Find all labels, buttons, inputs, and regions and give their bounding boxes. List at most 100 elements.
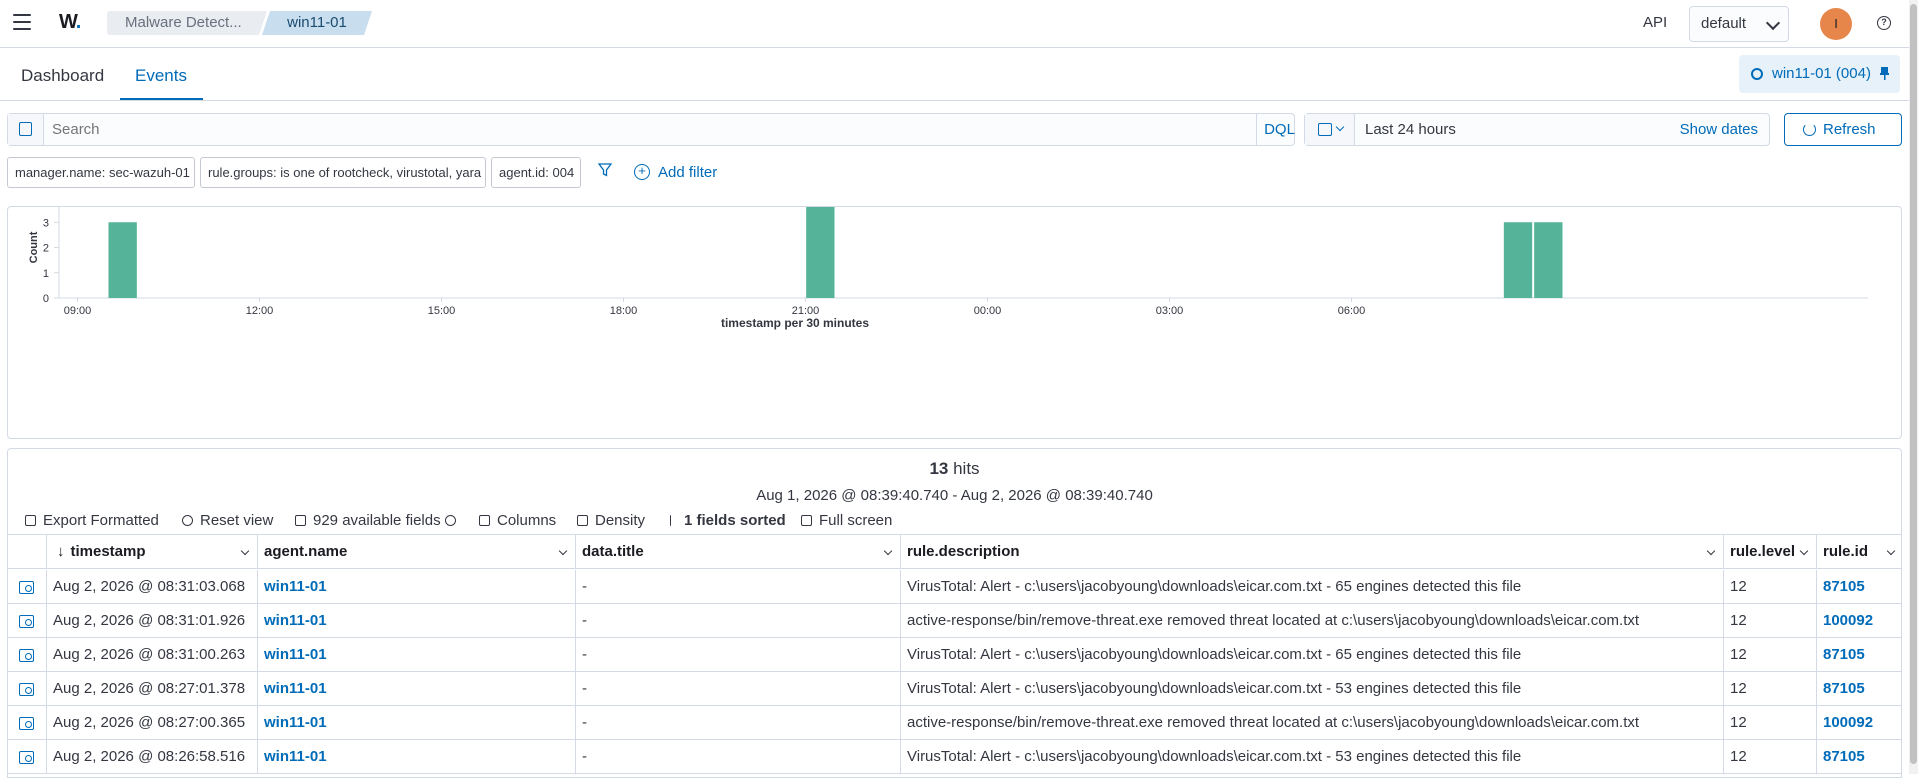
sort-fields-button[interactable]: 1 fields sorted xyxy=(664,512,786,529)
cell-data-title: - xyxy=(576,638,901,672)
column-header-rule-level[interactable]: rule.level xyxy=(1724,535,1817,569)
refresh-button[interactable]: Refresh xyxy=(1784,113,1902,146)
breadcrumb-module[interactable]: Malware Detect... xyxy=(107,11,267,35)
save-icon xyxy=(19,122,32,136)
chevron-down-icon xyxy=(1765,15,1781,31)
cell-timestamp: Aug 2, 2026 @ 08:31:01.926 xyxy=(47,604,258,638)
agent-signal-icon xyxy=(1751,68,1763,80)
search-input[interactable] xyxy=(52,121,952,138)
pinned-agent-label: win11-01 (004) xyxy=(1772,65,1871,82)
column-header-timestamp[interactable]: ↓ timestamp xyxy=(47,535,258,569)
pinned-agent-badge[interactable]: win11-01 (004) xyxy=(1739,55,1900,93)
histogram-chart[interactable]: 01234Count09:0012:0015:0018:0021:0000:00… xyxy=(8,207,1901,438)
full-screen-button[interactable]: Full screen xyxy=(799,512,892,529)
histogram-bar[interactable] xyxy=(806,207,835,298)
inspect-document-icon[interactable] xyxy=(19,717,34,730)
events-table: ↓ timestamp agent.name data.title rule.de… xyxy=(8,534,1901,774)
app-logo[interactable]: W. xyxy=(59,11,81,34)
results-panel: 13 hits Aug 1, 2026 @ 08:39:40.740 - Aug… xyxy=(7,448,1902,778)
reset-view-button[interactable]: Reset view xyxy=(180,512,273,529)
cell-timestamp: Aug 2, 2026 @ 08:31:03.068 xyxy=(47,570,258,604)
cell-rule-id[interactable]: 100092 xyxy=(1817,706,1901,740)
column-header-label: data.title xyxy=(582,543,644,560)
inspect-document-icon[interactable] xyxy=(19,751,34,764)
tab-events[interactable]: Events xyxy=(135,66,187,86)
cell-rule-id[interactable]: 87105 xyxy=(1817,638,1901,672)
sort-arrow-icon: ↓ xyxy=(57,543,65,560)
scrollbar-thumb[interactable] xyxy=(1910,4,1917,764)
table-row: Aug 2, 2026 @ 08:26:58.516 win11-01- Virus… xyxy=(8,740,1901,774)
tab-dashboard[interactable]: Dashboard xyxy=(21,66,104,86)
chevron-down-icon[interactable] xyxy=(1706,546,1716,556)
row-control-cell xyxy=(8,638,47,672)
cell-agent-name[interactable]: win11-01 xyxy=(258,604,576,638)
tenant-select[interactable]: default xyxy=(1689,6,1789,42)
row-control-cell xyxy=(8,740,47,774)
pin-icon[interactable] xyxy=(1880,67,1889,80)
cell-rule-description: active-response/bin/remove-threat.exe re… xyxy=(901,604,1724,638)
filter-pill-agent-id[interactable]: agent.id: 004 xyxy=(491,157,581,188)
histogram-bar[interactable] xyxy=(108,222,137,298)
calendar-icon xyxy=(1318,123,1332,136)
add-filter-button[interactable]: + Add filter xyxy=(634,164,717,181)
cell-agent-name[interactable]: win11-01 xyxy=(258,638,576,672)
chevron-down-icon[interactable] xyxy=(1799,546,1809,556)
cell-data-title: - xyxy=(576,570,901,604)
histogram-bar[interactable] xyxy=(1534,222,1563,298)
cell-agent-name[interactable]: win11-01 xyxy=(258,570,576,604)
export-formatted-button[interactable]: Export Formatted xyxy=(23,512,159,529)
menu-icon[interactable] xyxy=(13,14,31,30)
inspect-document-icon[interactable] xyxy=(19,683,34,696)
saved-queries-button[interactable] xyxy=(8,114,44,145)
user-avatar[interactable]: I xyxy=(1820,8,1852,40)
help-icon[interactable]: ? xyxy=(1877,16,1891,30)
refresh-label: Refresh xyxy=(1823,121,1876,138)
breadcrumb-agent[interactable]: win11-01 xyxy=(262,11,372,35)
filter-pill-manager[interactable]: manager.name: sec-wazuh-01 xyxy=(7,157,195,188)
export-label: Export Formatted xyxy=(43,512,159,529)
columns-button[interactable]: Columns xyxy=(477,512,556,529)
fields-label: 929 available fields xyxy=(313,512,441,529)
chevron-down-icon[interactable] xyxy=(240,546,250,556)
cell-rule-id[interactable]: 87105 xyxy=(1817,570,1901,604)
cell-agent-name[interactable]: win11-01 xyxy=(258,740,576,774)
density-button[interactable]: Density xyxy=(575,512,645,529)
cell-rule-id[interactable]: 100092 xyxy=(1817,604,1901,638)
column-header-rule-id[interactable]: rule.id xyxy=(1817,535,1901,569)
y-tick-label: 3 xyxy=(43,217,49,229)
chevron-down-icon[interactable] xyxy=(883,546,893,556)
inspect-document-icon[interactable] xyxy=(19,615,34,628)
inspect-document-icon[interactable] xyxy=(19,649,34,662)
cell-agent-name[interactable]: win11-01 xyxy=(258,672,576,706)
column-header-data-title[interactable]: data.title xyxy=(576,535,901,569)
filter-pill-rule-groups[interactable]: rule.groups: is one of rootcheck, virust… xyxy=(200,157,486,188)
available-fields-button[interactable]: 929 available fields xyxy=(293,512,456,529)
chevron-down-icon[interactable] xyxy=(558,546,568,556)
column-header-agent-name[interactable]: agent.name xyxy=(258,535,576,569)
cell-rule-id[interactable]: 87105 xyxy=(1817,672,1901,706)
quick-date-menu-button[interactable] xyxy=(1305,114,1355,145)
hits-time-range: Aug 1, 2026 @ 08:39:40.740 - Aug 2, 2026… xyxy=(756,487,1153,504)
cell-rule-level: 12 xyxy=(1724,638,1817,672)
column-header-label: rule.description xyxy=(907,543,1020,560)
api-selector[interactable]: API xyxy=(1643,14,1667,31)
inspect-document-icon[interactable] xyxy=(19,581,34,594)
query-language-toggle[interactable]: DQL xyxy=(1256,114,1302,145)
tenant-value: default xyxy=(1701,15,1747,32)
date-range-label[interactable]: Last 24 hours xyxy=(1365,121,1456,138)
cell-data-title: - xyxy=(576,740,901,774)
show-dates-link[interactable]: Show dates xyxy=(1680,121,1758,138)
histogram-bar[interactable] xyxy=(1503,222,1533,298)
filter-icon[interactable] xyxy=(598,163,612,177)
export-icon xyxy=(25,515,36,526)
hits-number: 13 xyxy=(929,459,949,478)
hits-label: hits xyxy=(953,459,980,478)
hits-count: 13 hits xyxy=(8,459,1901,479)
x-tick-label: 18:00 xyxy=(610,305,638,317)
table-density-icon xyxy=(577,515,588,526)
cell-agent-name[interactable]: win11-01 xyxy=(258,706,576,740)
cell-rule-id[interactable]: 87105 xyxy=(1817,740,1901,774)
page-scrollbar[interactable] xyxy=(1909,0,1918,774)
column-header-rule-description[interactable]: rule.description xyxy=(901,535,1724,569)
chevron-down-icon[interactable] xyxy=(1886,546,1896,556)
